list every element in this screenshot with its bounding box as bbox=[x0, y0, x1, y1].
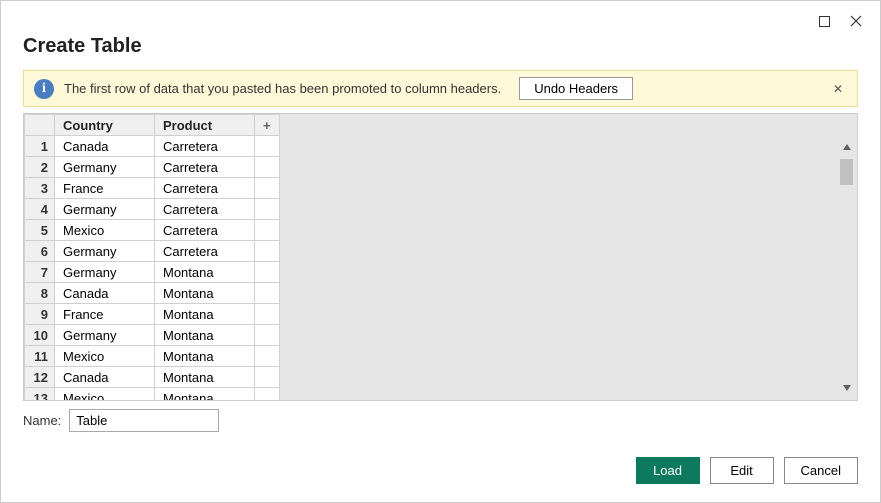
cell-empty[interactable] bbox=[255, 220, 280, 241]
table-row[interactable]: 13MexicoMontana bbox=[25, 388, 280, 402]
titlebar bbox=[1, 1, 880, 31]
table-row[interactable]: 12CanadaMontana bbox=[25, 367, 280, 388]
window-controls bbox=[812, 9, 868, 31]
info-icon: i bbox=[34, 79, 54, 99]
scroll-thumb[interactable] bbox=[840, 159, 853, 185]
row-number[interactable]: 11 bbox=[25, 346, 55, 367]
cell-product[interactable]: Montana bbox=[155, 325, 255, 346]
cell-country[interactable]: Germany bbox=[55, 157, 155, 178]
cell-country[interactable]: Germany bbox=[55, 241, 155, 262]
name-label: Name: bbox=[23, 413, 61, 428]
name-input[interactable] bbox=[69, 409, 219, 432]
row-number[interactable]: 1 bbox=[25, 136, 55, 157]
table-row[interactable]: 11MexicoMontana bbox=[25, 346, 280, 367]
row-number[interactable]: 4 bbox=[25, 199, 55, 220]
cell-empty[interactable] bbox=[255, 388, 280, 402]
name-row: Name: bbox=[23, 409, 858, 432]
undo-headers-button[interactable]: Undo Headers bbox=[519, 77, 633, 100]
cell-empty[interactable] bbox=[255, 283, 280, 304]
table-row[interactable]: 5MexicoCarretera bbox=[25, 220, 280, 241]
edit-button[interactable]: Edit bbox=[710, 457, 774, 484]
table-row[interactable]: 3FranceCarretera bbox=[25, 178, 280, 199]
close-button[interactable] bbox=[844, 11, 868, 31]
cell-empty[interactable] bbox=[255, 262, 280, 283]
cell-empty[interactable] bbox=[255, 199, 280, 220]
cell-product[interactable]: Carretera bbox=[155, 136, 255, 157]
cell-product[interactable]: Montana bbox=[155, 346, 255, 367]
column-header-product[interactable]: Product bbox=[155, 115, 255, 136]
cell-product[interactable]: Montana bbox=[155, 304, 255, 325]
table-row[interactable]: 6GermanyCarretera bbox=[25, 241, 280, 262]
cell-country[interactable]: Germany bbox=[55, 262, 155, 283]
scroll-up-icon[interactable] bbox=[838, 138, 855, 155]
cell-product[interactable]: Carretera bbox=[155, 178, 255, 199]
row-number[interactable]: 10 bbox=[25, 325, 55, 346]
row-number[interactable]: 7 bbox=[25, 262, 55, 283]
cell-empty[interactable] bbox=[255, 241, 280, 262]
cell-product[interactable]: Carretera bbox=[155, 241, 255, 262]
row-number[interactable]: 2 bbox=[25, 157, 55, 178]
scroll-down-icon[interactable] bbox=[838, 379, 855, 396]
cell-product[interactable]: Montana bbox=[155, 283, 255, 304]
cell-empty[interactable] bbox=[255, 157, 280, 178]
cell-empty[interactable] bbox=[255, 325, 280, 346]
table-row[interactable]: 10GermanyMontana bbox=[25, 325, 280, 346]
cell-empty[interactable] bbox=[255, 304, 280, 325]
cell-empty[interactable] bbox=[255, 346, 280, 367]
data-preview-grid: Country Product + 1CanadaCarretera2Germa… bbox=[23, 113, 858, 401]
load-button[interactable]: Load bbox=[636, 457, 700, 484]
table-row[interactable]: 7GermanyMontana bbox=[25, 262, 280, 283]
cell-product[interactable]: Montana bbox=[155, 388, 255, 402]
dialog-title: Create Table bbox=[1, 31, 880, 70]
table-row[interactable]: 8CanadaMontana bbox=[25, 283, 280, 304]
row-number[interactable]: 13 bbox=[25, 388, 55, 402]
cell-country[interactable]: Canada bbox=[55, 367, 155, 388]
row-number[interactable]: 9 bbox=[25, 304, 55, 325]
row-number[interactable]: 6 bbox=[25, 241, 55, 262]
cell-product[interactable]: Carretera bbox=[155, 220, 255, 241]
table-row[interactable]: 2GermanyCarretera bbox=[25, 157, 280, 178]
banner-close-icon[interactable]: ✕ bbox=[829, 82, 847, 96]
cell-country[interactable]: Canada bbox=[55, 136, 155, 157]
row-number[interactable]: 3 bbox=[25, 178, 55, 199]
dialog-footer: Load Edit Cancel bbox=[1, 443, 880, 502]
cell-country[interactable]: France bbox=[55, 178, 155, 199]
cell-country[interactable]: France bbox=[55, 304, 155, 325]
scroll-track[interactable] bbox=[838, 155, 855, 379]
info-message: The first row of data that you pasted ha… bbox=[64, 81, 501, 96]
cell-empty[interactable] bbox=[255, 178, 280, 199]
cell-country[interactable]: Germany bbox=[55, 325, 155, 346]
cell-country[interactable]: Mexico bbox=[55, 388, 155, 402]
create-table-dialog: Create Table i The first row of data tha… bbox=[0, 0, 881, 503]
cell-country[interactable]: Germany bbox=[55, 199, 155, 220]
row-number[interactable]: 8 bbox=[25, 283, 55, 304]
info-banner: i The first row of data that you pasted … bbox=[23, 70, 858, 107]
cell-country[interactable]: Mexico bbox=[55, 346, 155, 367]
maximize-button[interactable] bbox=[812, 11, 836, 31]
vertical-scrollbar[interactable] bbox=[838, 138, 855, 396]
cell-country[interactable]: Canada bbox=[55, 283, 155, 304]
table-row[interactable]: 9FranceMontana bbox=[25, 304, 280, 325]
cell-product[interactable]: Carretera bbox=[155, 199, 255, 220]
cell-product[interactable]: Montana bbox=[155, 262, 255, 283]
cell-empty[interactable] bbox=[255, 367, 280, 388]
table-row[interactable]: 1CanadaCarretera bbox=[25, 136, 280, 157]
add-column-button[interactable]: + bbox=[255, 115, 280, 136]
cell-country[interactable]: Mexico bbox=[55, 220, 155, 241]
cell-product[interactable]: Carretera bbox=[155, 157, 255, 178]
column-header-country[interactable]: Country bbox=[55, 115, 155, 136]
cell-empty[interactable] bbox=[255, 136, 280, 157]
grid-corner[interactable] bbox=[25, 115, 55, 136]
table-row[interactable]: 4GermanyCarretera bbox=[25, 199, 280, 220]
row-number[interactable]: 5 bbox=[25, 220, 55, 241]
cancel-button[interactable]: Cancel bbox=[784, 457, 858, 484]
cell-product[interactable]: Montana bbox=[155, 367, 255, 388]
row-number[interactable]: 12 bbox=[25, 367, 55, 388]
